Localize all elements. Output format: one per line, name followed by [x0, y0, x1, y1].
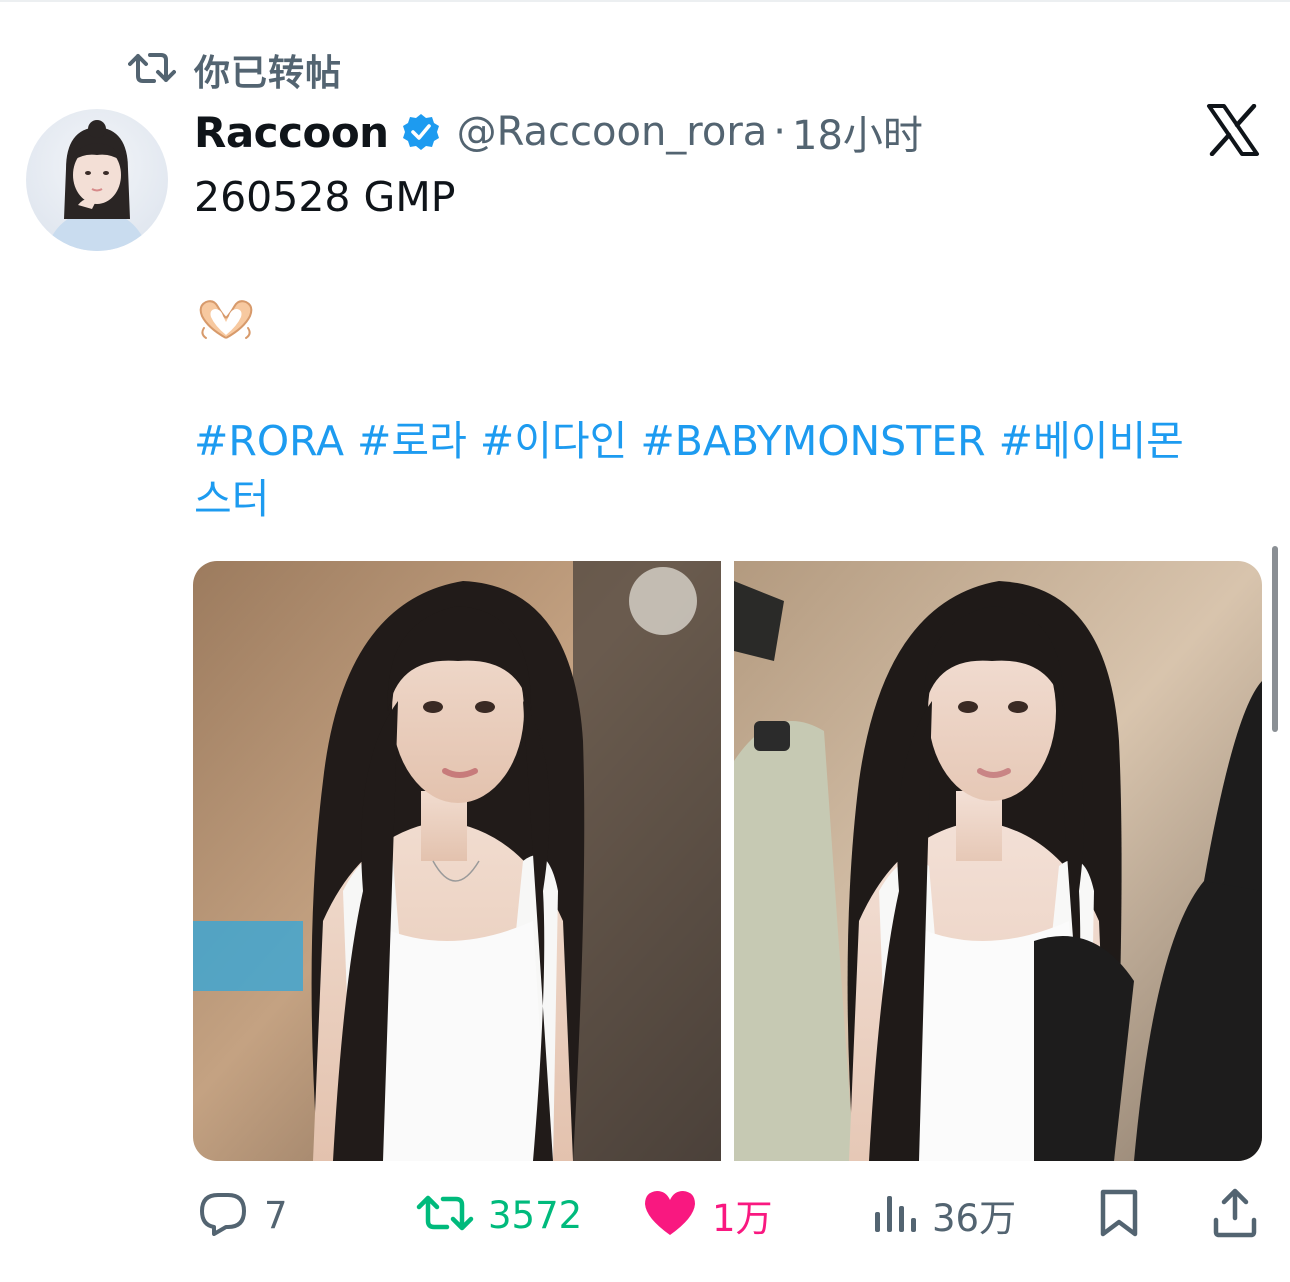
heart-icon — [642, 1188, 698, 1242]
tweet-photo[interactable] — [193, 561, 721, 1161]
bookmark-button[interactable] — [1097, 1185, 1141, 1245]
views-icon — [872, 1192, 918, 1238]
retweet-context[interactable]: 你已转帖 — [128, 44, 342, 96]
avatar[interactable] — [26, 109, 168, 251]
x-logo-icon — [1206, 103, 1260, 157]
hashtag-line[interactable]: #RORA #로라 #이다인 #BABYMONSTER #베이비몬 — [194, 412, 1184, 470]
top-divider — [0, 0, 1290, 2]
reply-button[interactable]: 7 — [196, 1185, 288, 1245]
separator-dot: · — [773, 109, 787, 155]
display-name[interactable]: Raccoon — [194, 108, 389, 157]
retweet-count: 3572 — [488, 1193, 583, 1237]
hashtag-line[interactable]: 스터 — [194, 470, 269, 528]
bookmark-icon — [1097, 1188, 1141, 1242]
retweet-context-text: 你已转帖 — [194, 53, 343, 94]
reply-count: 7 — [264, 1193, 288, 1237]
tweet-action-bar: 7 3572 1万 36万 — [0, 1185, 1290, 1245]
like-count: 1万 — [712, 1197, 773, 1240]
tweet-photo[interactable] — [734, 561, 1262, 1161]
tweet-text-line: 260528 GMP — [194, 173, 456, 221]
retweet-icon — [416, 1192, 474, 1238]
author-handle[interactable]: @Raccoon_rora — [457, 109, 768, 155]
verified-badge-icon[interactable] — [401, 112, 441, 152]
reply-icon — [196, 1190, 250, 1240]
views-button[interactable]: 36万 — [872, 1185, 1016, 1245]
share-button[interactable] — [1212, 1185, 1258, 1245]
retweet-icon — [128, 50, 176, 90]
media-grid — [193, 561, 1262, 1161]
timestamp[interactable]: 18小时 — [792, 103, 923, 161]
retweet-button[interactable]: 3572 — [416, 1185, 582, 1245]
scrollbar[interactable] — [1272, 546, 1278, 732]
share-icon — [1212, 1188, 1258, 1242]
heart-hands-icon — [196, 298, 256, 346]
tweet-header: Raccoon @Raccoon_rora · 18小时 — [194, 104, 923, 160]
like-button[interactable]: 1万 — [642, 1185, 773, 1245]
views-count: 36万 — [932, 1197, 1017, 1240]
